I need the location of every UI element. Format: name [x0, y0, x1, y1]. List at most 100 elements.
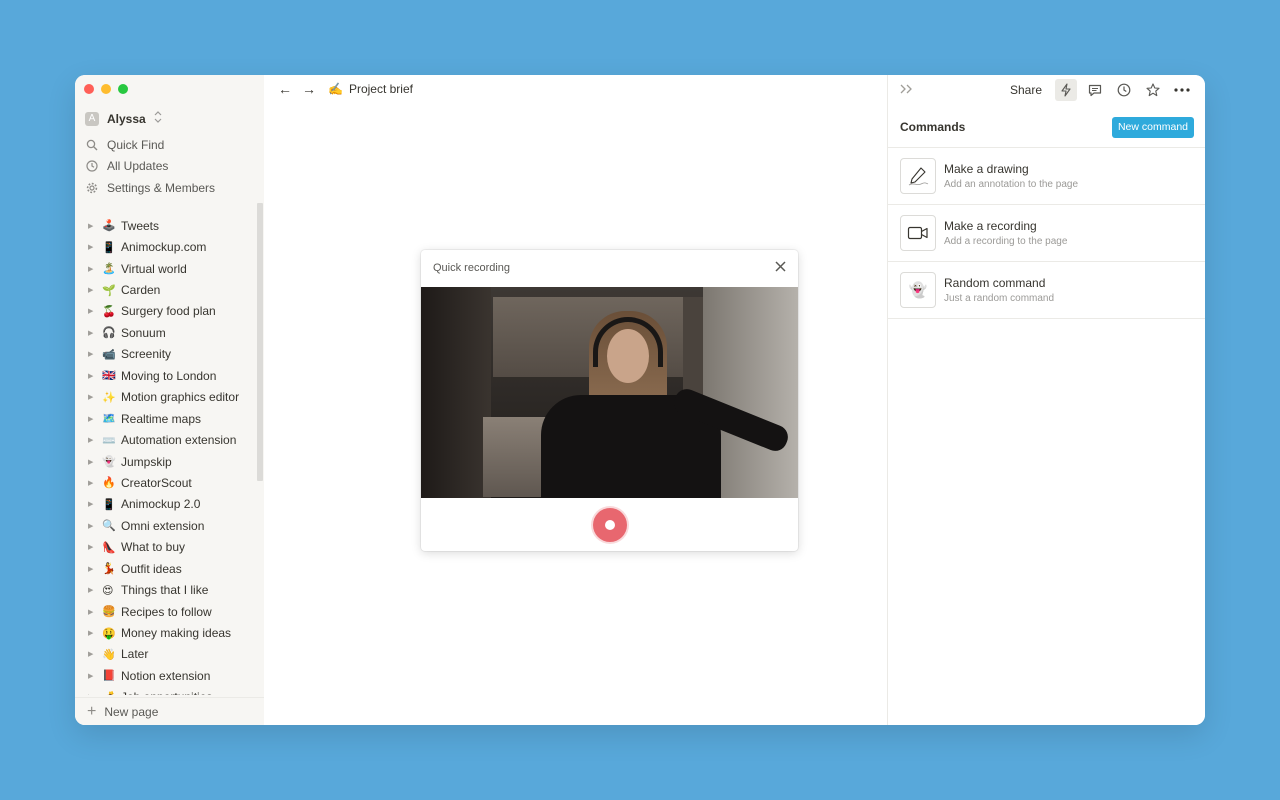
sidebar-page-item[interactable]: ▶ 📹 Screenity: [75, 344, 256, 365]
sidebar-page-item[interactable]: ▶ 🍔 Recipes to follow: [75, 601, 256, 622]
sidebar-page-item[interactable]: ▶ 📱 Animockup 2.0: [75, 494, 256, 515]
more-options-icon[interactable]: [1171, 79, 1193, 101]
expand-triangle-icon[interactable]: ▶: [88, 307, 102, 315]
sidebar-page-label: Later: [121, 647, 149, 662]
expand-triangle-icon[interactable]: ▶: [88, 350, 102, 358]
sidebar-page-item[interactable]: ▶ 👋 Later: [75, 644, 256, 665]
quick-find-link[interactable]: Quick Find: [85, 134, 255, 156]
sidebar-page-item[interactable]: ▶ 🔥 CreatorScout: [75, 472, 256, 493]
sidebar-page-item[interactable]: ▶ 👠 What to buy: [75, 537, 256, 558]
forward-arrow-icon[interactable]: →: [300, 81, 318, 97]
sidebar-page-item[interactable]: ▶ 🍒 Surgery food plan: [75, 301, 256, 322]
expand-triangle-icon[interactable]: ▶: [88, 565, 102, 573]
expand-triangle-icon[interactable]: ▶: [88, 693, 102, 695]
expand-triangle-icon[interactable]: ▶: [88, 436, 102, 444]
scrollbar-thumb[interactable]: [257, 203, 263, 481]
back-arrow-icon[interactable]: ←: [276, 81, 294, 97]
minimize-window-button[interactable]: [101, 84, 111, 94]
webcam-preview: [421, 287, 798, 498]
record-button[interactable]: [592, 507, 627, 542]
command-random[interactable]: 👻 Random command Just a random command: [888, 262, 1205, 319]
sidebar-page-item[interactable]: ▶ 🕹️ Tweets: [75, 215, 256, 236]
expand-triangle-icon[interactable]: ▶: [88, 415, 102, 423]
sidebar-page-item[interactable]: ▶💰Job opportunities: [75, 687, 256, 695]
new-command-button[interactable]: New command: [1111, 116, 1194, 138]
expand-triangle-icon[interactable]: ▶: [88, 393, 102, 401]
settings-members-link[interactable]: Settings & Members: [85, 177, 255, 199]
expand-triangle-icon[interactable]: ▶: [88, 608, 102, 616]
sidebar-page-item[interactable]: ▶ 📕 Notion extension: [75, 665, 256, 686]
expand-triangle-icon[interactable]: ▶: [88, 265, 102, 273]
command-make-recording[interactable]: Make a recording Add a recording to the …: [888, 205, 1205, 262]
quick-recording-modal: Quick recording: [421, 250, 798, 551]
close-icon[interactable]: [775, 259, 786, 277]
close-window-button[interactable]: [84, 84, 94, 94]
expand-triangle-icon[interactable]: ▶: [88, 500, 102, 508]
sidebar-page-item[interactable]: ▶ 💃 Outfit ideas: [75, 558, 256, 579]
page-emoji-icon: 🔍: [102, 520, 116, 533]
sidebar-page-item[interactable]: ▶ 🎧 Sonuum: [75, 322, 256, 343]
all-updates-link[interactable]: All Updates: [85, 156, 255, 178]
star-icon[interactable]: [1142, 79, 1164, 101]
page-emoji-icon: 🍔: [102, 606, 116, 619]
sidebar-scrollbar[interactable]: [256, 203, 264, 503]
video-camera-icon: [900, 215, 936, 251]
sidebar-page-item[interactable]: ▶ 🔍 Omni extension: [75, 515, 256, 536]
page-emoji-icon: 📹: [102, 348, 116, 361]
breadcrumb-page-title[interactable]: Project brief: [349, 82, 413, 96]
expand-triangle-icon[interactable]: ▶: [88, 222, 102, 230]
sidebar-page-label: Moving to London: [121, 368, 217, 383]
sidebar-page-label: Tweets: [121, 218, 160, 233]
command-title: Random command: [944, 276, 1046, 290]
sidebar-page-item[interactable]: ▶ 👻 Jumpskip: [75, 451, 256, 472]
share-button[interactable]: Share: [1010, 83, 1042, 97]
sidebar-page-label: Notion extension: [121, 668, 211, 683]
page-emoji-icon: 😍: [102, 584, 114, 597]
expand-triangle-icon[interactable]: ▶: [88, 650, 102, 658]
commands-title: Commands: [900, 120, 966, 134]
sidebar-page-label: Recipes to follow: [121, 604, 212, 619]
sidebar-page-label: Animockup 2.0: [121, 497, 201, 512]
page-emoji-icon: 👋: [102, 648, 116, 661]
expand-triangle-icon[interactable]: ▶: [88, 458, 102, 466]
sidebar-page-item[interactable]: ▶ 🗺️ Realtime maps: [75, 408, 256, 429]
sidebar-page-label: Outfit ideas: [121, 561, 182, 576]
sidebar-page-item[interactable]: ▶ 🇬🇧 Moving to London: [75, 365, 256, 386]
sidebar-page-item[interactable]: ▶ 🏝️ Virtual world: [75, 258, 256, 279]
modal-title: Quick recording: [433, 262, 511, 274]
command-make-drawing[interactable]: Make a drawing Add an annotation to the …: [888, 148, 1205, 205]
sidebar-page-item[interactable]: ▶ 😍 Things that I like: [75, 579, 256, 600]
page-emoji-icon: 🤑: [102, 627, 116, 640]
expand-triangle-icon[interactable]: ▶: [88, 672, 102, 680]
expand-triangle-icon[interactable]: ▶: [88, 479, 102, 487]
expand-triangle-icon[interactable]: ▶: [88, 329, 102, 337]
history-clock-icon[interactable]: [1113, 79, 1135, 101]
page-emoji-icon: 📕: [102, 670, 116, 683]
search-icon: [85, 138, 99, 152]
new-page-button[interactable]: + New page: [75, 697, 264, 725]
page-emoji-icon: 🕹️: [102, 220, 116, 233]
sidebar-page-item[interactable]: ▶ 🤑 Money making ideas: [75, 622, 256, 643]
expand-triangle-icon[interactable]: ▶: [88, 543, 102, 551]
sidebar-page-item[interactable]: ▶ 📱 Animockup.com: [75, 236, 256, 257]
expand-triangle-icon[interactable]: ▶: [88, 586, 102, 594]
comment-icon[interactable]: [1084, 79, 1106, 101]
expand-triangle-icon[interactable]: ▶: [88, 522, 102, 530]
command-title: Make a drawing: [944, 162, 1029, 176]
expand-triangle-icon[interactable]: ▶: [88, 629, 102, 637]
sidebar-page-item[interactable]: ▶ ⌨️ Automation extension: [75, 429, 256, 450]
sidebar-page-item[interactable]: ▶ 🌱 Carden: [75, 279, 256, 300]
collapse-panel-icon[interactable]: [900, 81, 914, 97]
lightning-icon[interactable]: [1055, 79, 1077, 101]
page-emoji-icon: 💃: [102, 563, 116, 576]
page-emoji-icon: 🌱: [102, 284, 116, 297]
workspace-switcher[interactable]: A Alyssa: [85, 111, 162, 126]
sidebar-top-links: Quick Find All Updates Settings & Member…: [85, 134, 255, 199]
zoom-window-button[interactable]: [118, 84, 128, 94]
expand-triangle-icon[interactable]: ▶: [88, 286, 102, 294]
sidebar-page-item[interactable]: ▶ ✨ Motion graphics editor: [75, 387, 256, 408]
page-emoji-icon: 👠: [102, 541, 116, 554]
page-tree: ▶ 🕹️ Tweets ▶ 📱 Animockup.com ▶ 🏝️ Virtual world…: [75, 215, 256, 695]
expand-triangle-icon[interactable]: ▶: [88, 372, 102, 380]
expand-triangle-icon[interactable]: ▶: [88, 243, 102, 251]
